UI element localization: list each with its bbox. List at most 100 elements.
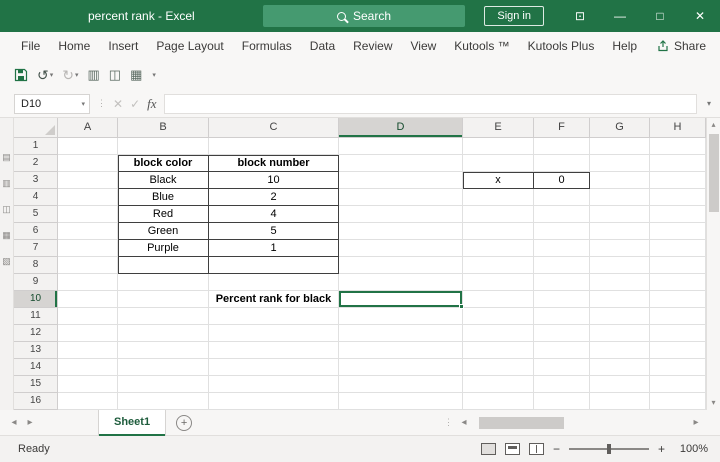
cell-D9[interactable] [339,274,463,291]
cell-B2[interactable]: block color [118,155,209,172]
cancel-icon[interactable]: ✕ [113,97,123,111]
close-icon[interactable]: ✕ [680,0,720,32]
cell-F13[interactable] [534,342,590,359]
cell-A8[interactable] [58,257,118,274]
cell-F16[interactable] [534,393,590,410]
cell-D6[interactable] [339,223,463,240]
cell-B12[interactable] [118,325,209,342]
cell-G6[interactable] [590,223,650,240]
vertical-scrollbar[interactable]: ▴ ▾ [706,118,720,410]
row-header-8[interactable]: 8 [14,257,58,274]
cell-G5[interactable] [590,206,650,223]
cell-C16[interactable] [209,393,339,410]
page-layout-view-icon[interactable] [504,443,520,455]
cell-D10[interactable] [339,291,464,309]
cell-E5[interactable] [463,206,534,223]
cell-F15[interactable] [534,376,590,393]
customize-qat-icon[interactable]: ▾ [152,71,156,79]
cell-C7[interactable]: 1 [209,240,339,257]
cell-D2[interactable] [339,155,463,172]
cell-F3[interactable]: 0 [534,172,590,189]
print-preview-icon[interactable]: ◫ [109,67,121,83]
cell-G7[interactable] [590,240,650,257]
row-header-6[interactable]: 6 [14,223,58,240]
cell-G16[interactable] [590,393,650,410]
fill-handle[interactable] [459,304,464,309]
cell-E14[interactable] [463,359,534,376]
kutools-grid-icon[interactable]: ▦ [2,230,11,241]
cell-C10[interactable]: Percent rank for black [209,291,339,308]
cell-F8[interactable] [534,257,590,274]
cell-A13[interactable] [58,342,118,359]
cell-A1[interactable] [58,138,118,155]
cell-D1[interactable] [339,138,463,155]
scroll-left-icon[interactable]: ◂ [456,417,472,428]
cell-H10[interactable] [650,291,706,308]
cell-B16[interactable] [118,393,209,410]
cell-A11[interactable] [58,308,118,325]
cell-C8[interactable] [209,257,339,274]
ribbon-tab-data[interactable]: Data [301,32,344,60]
maximize-icon[interactable]: □ [640,0,680,32]
cell-H16[interactable] [650,393,706,410]
row-header-2[interactable]: 2 [14,155,58,172]
add-sheet-button[interactable]: + [176,414,193,431]
cell-E9[interactable] [463,274,534,291]
cell-C11[interactable] [209,308,339,325]
cell-C6[interactable]: 5 [209,223,339,240]
cell-B3[interactable]: Black [118,172,209,189]
cell-G1[interactable] [590,138,650,155]
column-header-E[interactable]: E [463,118,534,138]
cell-E4[interactable] [463,189,534,206]
ribbon-tab-review[interactable]: Review [344,32,401,60]
cell-D3[interactable] [339,172,463,189]
column-header-B[interactable]: B [118,118,209,138]
cell-D11[interactable] [339,308,463,325]
scroll-right-icon[interactable]: ▸ [688,417,704,428]
row-header-4[interactable]: 4 [14,189,58,206]
cell-F9[interactable] [534,274,590,291]
undo-button[interactable]: ↺ ▾ [37,68,53,82]
cell-C15[interactable] [209,376,339,393]
cell-F12[interactable] [534,325,590,342]
cell-H15[interactable] [650,376,706,393]
sheet-prev-icon[interactable]: ◂ [6,417,22,428]
cell-G8[interactable] [590,257,650,274]
cell-G13[interactable] [590,342,650,359]
ribbon-tab-kutools-plus[interactable]: Kutools Plus [519,32,604,60]
kutools-document-icon[interactable]: ▤ [2,152,11,163]
redo-dropdown-icon[interactable]: ▾ [75,71,79,79]
cell-G12[interactable] [590,325,650,342]
zoom-level[interactable]: 100% [674,443,708,455]
cell-B5[interactable]: Red [118,206,209,223]
cell-A10[interactable] [58,291,118,308]
kutools-find-icon[interactable]: ▧ [2,256,11,267]
cell-C9[interactable] [209,274,339,291]
cell-G14[interactable] [590,359,650,376]
cell-C13[interactable] [209,342,339,359]
cell-E16[interactable] [463,393,534,410]
cell-H3[interactable] [650,172,706,189]
cell-H7[interactable] [650,240,706,257]
cell-A16[interactable] [58,393,118,410]
cell-D5[interactable] [339,206,463,223]
cell-F14[interactable] [534,359,590,376]
row-header-15[interactable]: 15 [14,376,58,393]
cell-F4[interactable] [534,189,590,206]
row-header-10[interactable]: 10 [14,291,58,308]
share-button[interactable]: Share [657,39,706,53]
ribbon-tab-kutools[interactable]: Kutools ™ [445,32,518,60]
cell-E7[interactable] [463,240,534,257]
zoom-slider-thumb[interactable] [606,444,611,454]
name-box[interactable]: D10 ▾ [14,93,90,114]
cell-H5[interactable] [650,206,706,223]
cell-E3[interactable]: x [463,172,534,189]
formula-input[interactable] [163,93,697,114]
insert-function-icon[interactable]: fx [147,96,156,112]
cell-G2[interactable] [590,155,650,172]
cell-F6[interactable] [534,223,590,240]
zoom-out-icon[interactable]: − [553,442,560,456]
cell-A2[interactable] [58,155,118,172]
horizontal-scroll-thumb[interactable] [479,416,564,429]
minimize-icon[interactable]: — [600,0,640,32]
